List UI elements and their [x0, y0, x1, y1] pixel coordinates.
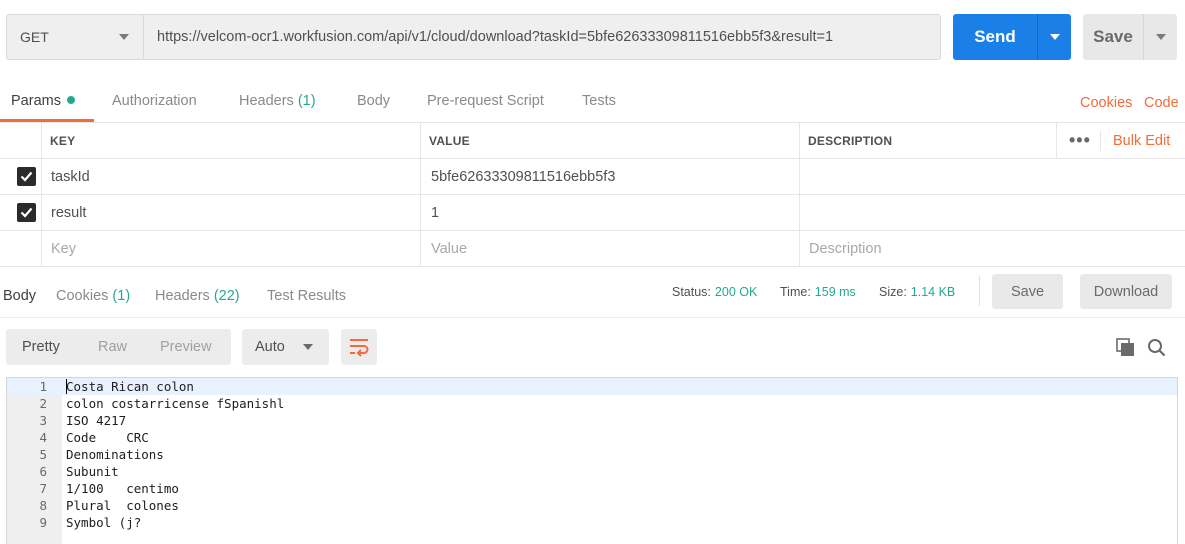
time-readout: Time: 159 ms: [780, 285, 856, 299]
checkbox-checked[interactable]: [17, 167, 36, 186]
code-line: 9 Symbol (j?: [39, 515, 142, 530]
more-options-icon[interactable]: •••: [1069, 123, 1091, 158]
check-icon: [20, 171, 33, 182]
tab-count: (22): [213, 288, 240, 304]
format-label: Auto: [255, 339, 285, 355]
status-label: Status:: [672, 285, 711, 299]
chevron-down-icon: [119, 34, 129, 40]
request-tabs: Params Authorization Headers (1) Body Pr…: [0, 76, 1185, 123]
status-value[interactable]: 200 OK: [715, 285, 757, 299]
params-header-row: KEY VALUE DESCRIPTION ••• Bulk Edit: [0, 123, 1185, 159]
table-row: result 1: [0, 195, 1185, 231]
wrap-lines-button[interactable]: [341, 329, 377, 365]
tab-headers[interactable]: Headers (1): [239, 93, 316, 109]
tab-label: Cookies: [56, 288, 109, 304]
tab-response-headers[interactable]: Headers (22): [155, 288, 240, 304]
response-body-editor[interactable]: 1 Costa Rican colon 2 colon costarricense …: [6, 377, 1178, 544]
view-preview[interactable]: Preview: [160, 339, 212, 355]
save-request-button[interactable]: Save: [1083, 14, 1143, 60]
check-icon: [20, 207, 33, 218]
size-value[interactable]: 1.14 KB: [911, 285, 955, 299]
method-select[interactable]: GET: [6, 14, 143, 60]
tab-body[interactable]: Body: [357, 93, 390, 109]
code-line: 2 colon costarricense fSpanishl: [39, 396, 285, 411]
time-label: Time:: [780, 285, 811, 299]
size-readout: Size: 1.14 KB: [879, 285, 955, 299]
key-column-header: KEY: [50, 133, 76, 148]
tab-label: Headers: [239, 93, 294, 109]
time-value[interactable]: 159 ms: [815, 285, 856, 299]
param-value[interactable]: 5bfe62633309811516ebb5f3: [422, 159, 615, 194]
chevron-down-icon: [303, 344, 313, 350]
param-value[interactable]: 1: [422, 195, 439, 230]
param-description[interactable]: [800, 195, 809, 230]
tab-authorization[interactable]: Authorization: [112, 93, 197, 109]
param-description[interactable]: [800, 159, 809, 194]
cookies-link[interactable]: Cookies: [1080, 95, 1132, 111]
save-options-button[interactable]: [1143, 14, 1177, 60]
tab-response-cookies[interactable]: Cookies (1): [56, 288, 130, 304]
chevron-down-icon: [1156, 34, 1166, 40]
params-table: KEY VALUE DESCRIPTION ••• Bulk Edit task…: [0, 123, 1185, 268]
active-tab-indicator: [0, 119, 94, 122]
request-bar: GET https://velcom-ocr1.workfusion.com/a…: [0, 0, 1185, 76]
code-line: 1 Costa Rican colon: [7, 378, 1177, 395]
send-options-button[interactable]: [1037, 14, 1071, 60]
value-column-header: VALUE: [429, 133, 470, 148]
tab-test-results[interactable]: Test Results: [267, 288, 346, 304]
wrap-lines-icon: [350, 339, 369, 357]
tab-count: (1): [297, 93, 316, 109]
modified-dot-icon: [66, 96, 75, 105]
view-mode-selector: Pretty Raw Preview: [6, 329, 231, 365]
code-line: 4 Code CRC: [39, 430, 149, 445]
tab-count: (1): [112, 288, 131, 304]
tab-label: Headers: [155, 288, 210, 304]
tab-response-body[interactable]: Body: [3, 288, 36, 304]
code-line: 3 ISO 4217: [39, 413, 127, 428]
table-row-empty: Key Value Description: [0, 231, 1185, 267]
new-key-input[interactable]: Key: [42, 231, 76, 266]
code-line: 8 Plural colones: [39, 498, 179, 513]
description-column-header: DESCRIPTION: [808, 133, 893, 148]
download-button[interactable]: Download: [1080, 274, 1172, 309]
response-tabs: Body Cookies (1) Headers (22) Test Resul…: [0, 268, 1185, 318]
tab-tests[interactable]: Tests: [582, 93, 616, 109]
code-line: 7 1/100 centimo: [39, 481, 179, 496]
table-row: taskId 5bfe62633309811516ebb5f3: [0, 159, 1185, 195]
chevron-down-icon: [1050, 34, 1060, 40]
size-label: Size:: [879, 285, 907, 299]
param-key[interactable]: taskId: [42, 159, 90, 194]
view-pretty[interactable]: Pretty: [22, 339, 60, 355]
new-value-input[interactable]: Value: [422, 231, 467, 266]
code-line: 6 Subunit: [39, 464, 119, 479]
param-key[interactable]: result: [42, 195, 86, 230]
tab-label: Params: [11, 93, 61, 109]
send-button[interactable]: Send: [953, 14, 1037, 60]
code-line: 5 Denominations: [39, 447, 164, 462]
copy-icon[interactable]: [1116, 338, 1135, 357]
save-response-button[interactable]: Save: [992, 274, 1063, 309]
search-icon[interactable]: [1147, 338, 1166, 357]
tab-pre-request-script[interactable]: Pre-request Script: [427, 93, 544, 109]
format-select[interactable]: Auto: [242, 329, 329, 365]
checkbox-checked[interactable]: [17, 203, 36, 222]
tab-params[interactable]: Params: [11, 93, 75, 109]
method-label: GET: [20, 29, 49, 45]
status-readout: Status: 200 OK: [672, 285, 757, 299]
text-cursor: [66, 379, 67, 394]
bulk-edit-link[interactable]: Bulk Edit: [1113, 123, 1170, 158]
new-description-input[interactable]: Description: [800, 231, 882, 266]
url-input[interactable]: https://velcom-ocr1.workfusion.com/api/v…: [143, 14, 941, 60]
view-raw[interactable]: Raw: [98, 339, 127, 355]
code-link[interactable]: Code: [1144, 95, 1179, 111]
